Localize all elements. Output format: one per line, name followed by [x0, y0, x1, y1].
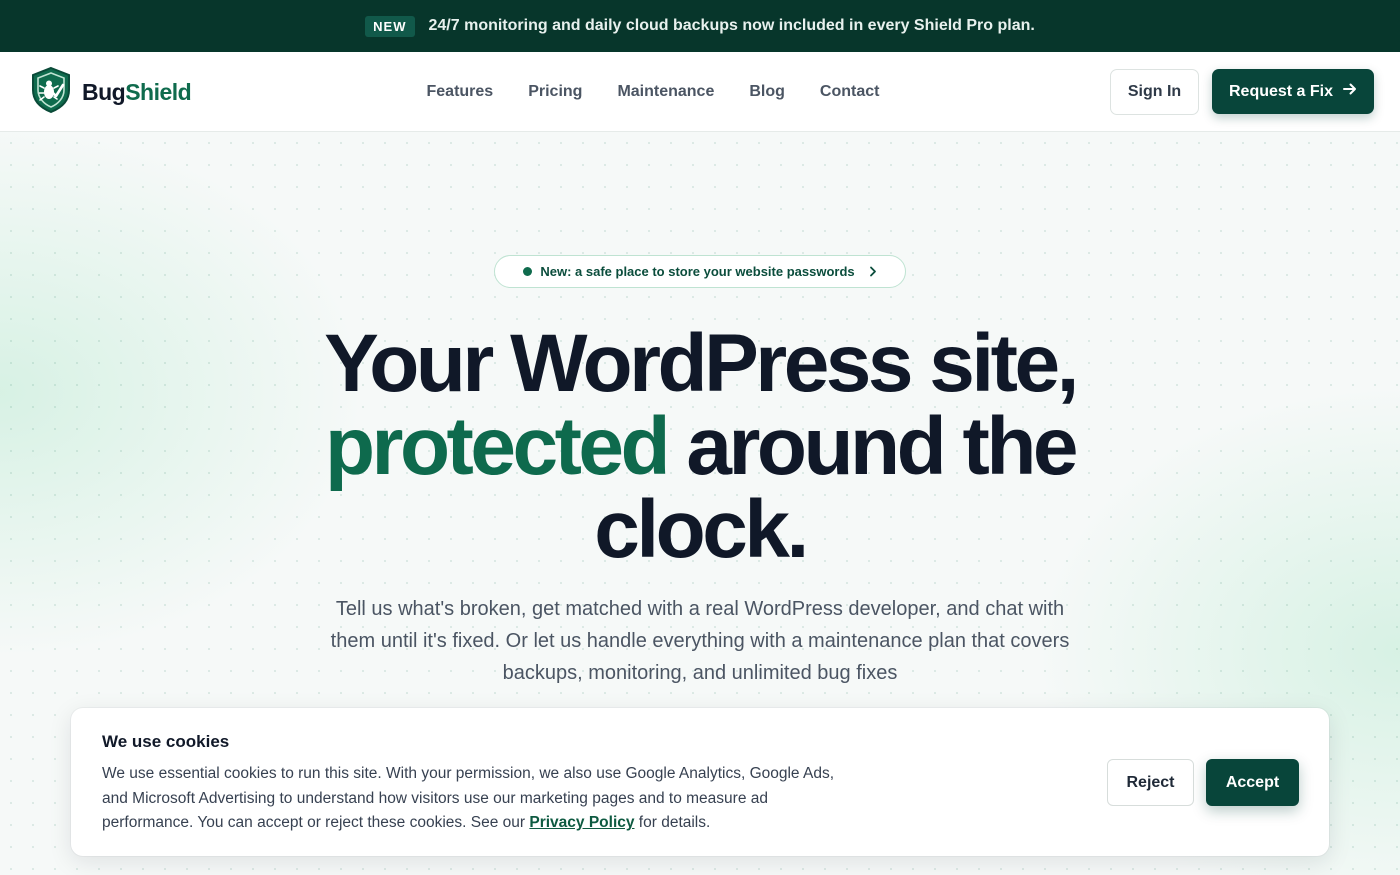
announcement-badge-link[interactable]: New: a safe place to store your website …	[494, 255, 906, 288]
shield-bug-icon	[30, 66, 72, 119]
announcement-new-badge: NEW	[365, 15, 415, 37]
headline-highlight: protected	[324, 401, 671, 492]
accept-cookies-button[interactable]: Accept	[1206, 759, 1299, 806]
request-fix-button[interactable]: Request a Fix	[1212, 69, 1374, 114]
cookie-body: We use essential cookies to run this sit…	[102, 765, 835, 831]
nav-contact[interactable]: Contact	[802, 83, 897, 101]
announcement-bar: NEW 24/7 monitoring and daily cloud back…	[0, 0, 1400, 52]
arrow-right-icon	[1343, 82, 1357, 101]
cookie-title: We use cookies	[102, 732, 230, 751]
main-nav: Features Pricing Maintenance Blog Contac…	[409, 52, 897, 132]
hero-subtext: Tell us what's broken, get matched with …	[330, 598, 1070, 684]
nav-maintenance[interactable]: Maintenance	[600, 83, 732, 101]
brand-name: BugShield	[82, 78, 192, 105]
brand-logo[interactable]: BugShield	[30, 66, 192, 119]
nav-pricing[interactable]: Pricing	[511, 83, 600, 101]
site-header: BugShield Features Pricing Maintenance B…	[0, 52, 1400, 132]
nav-blog[interactable]: Blog	[732, 83, 803, 101]
nav-features[interactable]: Features	[409, 83, 511, 101]
reject-cookies-button[interactable]: Reject	[1107, 759, 1194, 806]
hero-headline: Your WordPress site, protected around th…	[324, 318, 1079, 575]
cookie-banner: We use cookies We use essential cookies …	[71, 708, 1329, 856]
privacy-policy-link[interactable]: Privacy Policy	[529, 814, 634, 831]
sign-in-button[interactable]: Sign In	[1110, 69, 1199, 115]
badge-text: New: a safe place to store your website …	[540, 264, 855, 279]
chevron-right-icon	[869, 264, 877, 280]
request-fix-label: Request a Fix	[1228, 82, 1334, 100]
announcement-message: 24/7 monitoring and daily cloud backups …	[428, 17, 1035, 34]
status-dot-icon	[523, 267, 533, 276]
